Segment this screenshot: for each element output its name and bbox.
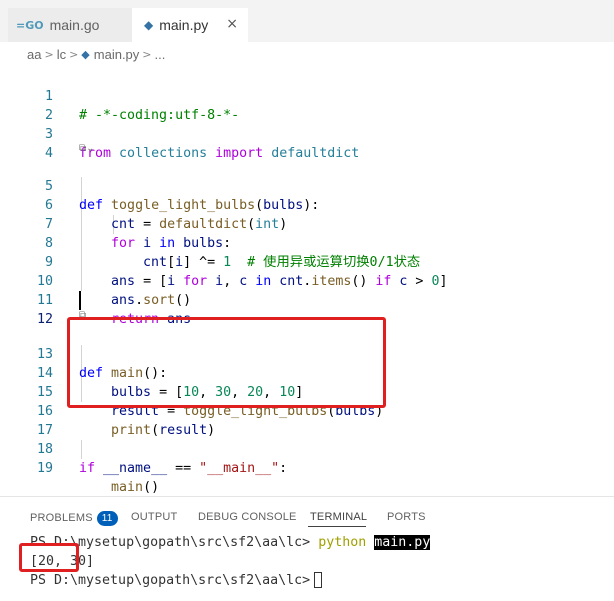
terminal-command: python: [318, 535, 367, 550]
highlight-annotation-box: [19, 543, 79, 572]
terminal-prompt: PS D:\mysetup\gopath\src\sf2\aa\lc>: [30, 573, 311, 588]
active-tab-indicator: [308, 526, 366, 527]
text-cursor: [79, 291, 81, 310]
code-line: 7 for i in bulbs:: [0, 196, 614, 251]
breadcrumb-item-lc[interactable]: lc: [57, 47, 66, 62]
tab-main-py[interactable]: ◆ main.py ×: [132, 8, 248, 42]
breadcrumb: aa > lc > ◆ main.py > ...: [0, 42, 614, 66]
tab-label: main.go: [49, 17, 100, 33]
code-line: 2: [0, 87, 614, 123]
breadcrumb-item-symbols[interactable]: ...: [155, 47, 166, 62]
chevron-right-icon: >: [142, 47, 152, 61]
code-line-active: 12: [0, 291, 614, 327]
go-icon: =GO: [16, 18, 44, 32]
code-editor[interactable]: 1 # -*-coding:utf-8-*- 2 3 from collecti…: [0, 66, 614, 496]
terminal-cursor: [314, 572, 323, 588]
bottom-panel: PROBLEMS 11 OUTPUT DEBUG CONSOLE TERMINAL…: [0, 496, 614, 601]
highlight-annotation-box: [67, 317, 386, 408]
code-line: 19 main(): [0, 440, 614, 495]
editor-tab-bar: =GO main.go ◆ main.py ×: [0, 0, 614, 42]
terminal-argument: main.py: [374, 535, 431, 550]
tab-debug-console[interactable]: DEBUG CONSOLE: [198, 511, 297, 523]
code-line: 4: [0, 125, 614, 161]
tab-terminal[interactable]: TERMINAL: [310, 511, 367, 523]
breadcrumb-item-file[interactable]: main.py: [94, 47, 140, 62]
code-text: if __name__ == "__main__":: [79, 461, 288, 476]
tab-label: main.py: [159, 17, 209, 33]
problems-count-badge: 11: [96, 511, 118, 526]
line-number: 19: [36, 461, 53, 476]
tab-main-go[interactable]: =GO main.go: [8, 8, 132, 42]
copilot-lens-icon[interactable]: ⧉⌄: [79, 143, 95, 157]
chevron-right-icon: >: [44, 47, 54, 61]
code-line: 6 cnt = defaultdict(int): [0, 177, 614, 232]
code-line: 8 cnt[i] ^= 1 # 使用异或运算切换0/1状态: [0, 215, 614, 270]
code-line: 10 ans.sort(): [0, 253, 614, 308]
chevron-right-icon: >: [69, 47, 79, 61]
code-line: 11 return ans: [0, 272, 614, 327]
code-text: main(): [111, 480, 160, 495]
tab-ports[interactable]: PORTS: [387, 511, 426, 523]
terminal-line[interactable]: PS D:\mysetup\gopath\src\sf2\aa\lc>: [30, 571, 323, 590]
python-icon: ◆: [144, 18, 154, 32]
code-line: 9 ans = [i for i, c in cnt.items() if c …: [0, 234, 614, 289]
python-icon: ◆: [81, 47, 90, 61]
close-icon[interactable]: ×: [226, 16, 238, 32]
code-line: 3 from collections import defaultdict: [0, 106, 614, 161]
tab-output[interactable]: OUTPUT: [131, 511, 177, 523]
terminal-line[interactable]: PS D:\mysetup\gopath\src\sf2\aa\lc> pyth…: [30, 533, 431, 552]
breadcrumb-item-aa[interactable]: aa: [27, 47, 41, 62]
code-line: 18 if __name__ == "__main__":: [0, 421, 614, 476]
code-line: 1 # -*-coding:utf-8-*-: [0, 68, 614, 123]
code-line: 5 def toggle_light_bulbs(bulbs):: [0, 158, 614, 213]
tab-problems[interactable]: PROBLEMS 11: [30, 511, 118, 526]
tab-label: PROBLEMS: [30, 512, 93, 524]
